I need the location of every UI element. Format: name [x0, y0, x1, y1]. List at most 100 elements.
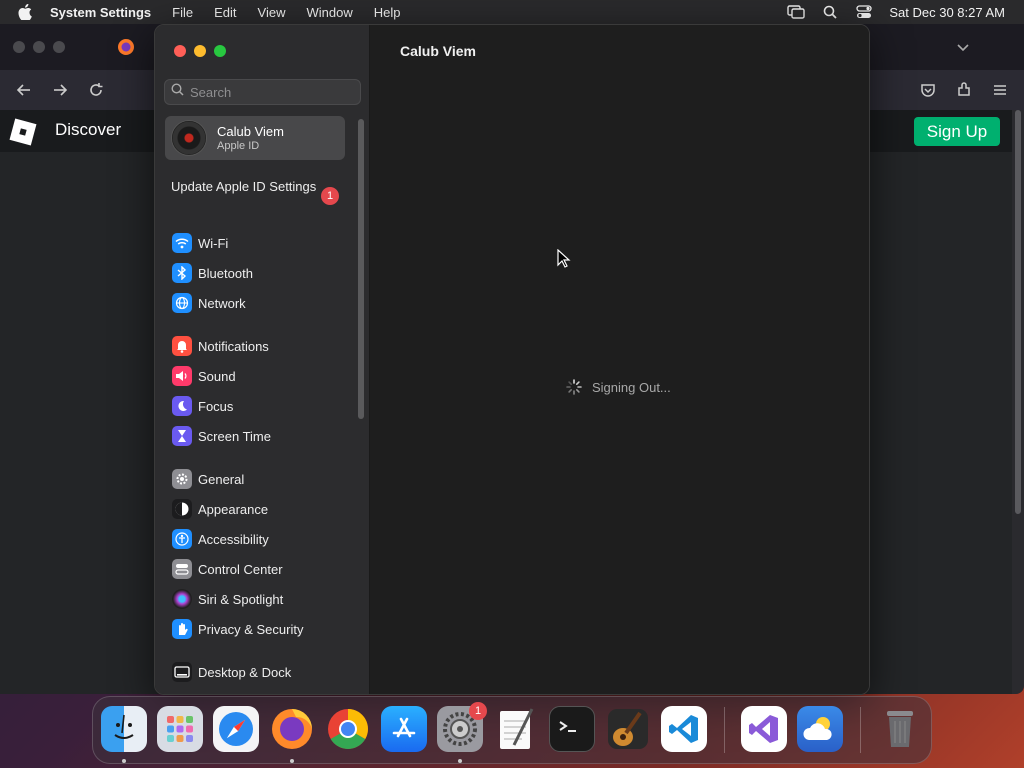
sidebar-item-screen-time[interactable]: Screen Time — [172, 425, 271, 447]
visual-studio-icon[interactable] — [741, 706, 787, 752]
pocket-icon[interactable] — [918, 80, 938, 100]
dock-separator — [724, 707, 725, 753]
sidebar-item-label: Desktop & Dock — [198, 664, 292, 680]
firefox-icon[interactable] — [269, 706, 315, 752]
control-center-menu-icon[interactable] — [855, 5, 873, 19]
dock-separator-2 — [860, 707, 861, 753]
sidebar-item-label: Bluetooth — [198, 265, 253, 281]
wifi-icon — [172, 233, 192, 253]
sidebar-item-label: Screen Time — [198, 428, 271, 444]
bluetooth-icon — [172, 263, 192, 283]
close-button[interactable] — [174, 45, 186, 57]
sidebar-item-label: Focus — [198, 398, 234, 414]
sidebar-item-focus[interactable]: Focus — [172, 395, 233, 417]
menu-window[interactable]: Window — [306, 5, 352, 20]
extensions-icon[interactable] — [954, 80, 974, 100]
update-badge: 1 — [321, 187, 339, 205]
apple-id-account[interactable]: Calub Viem Apple ID — [165, 116, 345, 160]
sidebar-item-privacy-security[interactable]: Privacy & Security — [172, 618, 303, 640]
gear-icon — [172, 469, 192, 489]
moon-icon — [172, 396, 192, 416]
sidebar-scrollbar[interactable] — [358, 119, 364, 419]
menu-view[interactable]: View — [258, 5, 286, 20]
account-subtitle: Apple ID — [217, 140, 260, 152]
browser-minimize-button[interactable] — [33, 41, 45, 53]
appearance-icon — [172, 499, 192, 519]
terminal-icon[interactable] — [549, 706, 595, 752]
sidebar-item-bluetooth[interactable]: Bluetooth — [172, 262, 253, 284]
zoom-button[interactable] — [214, 45, 226, 57]
sidebar-item-appearance[interactable]: Appearance — [172, 498, 268, 520]
trash-icon[interactable] — [877, 706, 923, 752]
firefox-running-dot — [290, 759, 294, 763]
browser-zoom-button[interactable] — [53, 41, 65, 53]
status-text: Signing Out... — [592, 379, 671, 395]
roblox-logo-icon[interactable] — [8, 117, 38, 147]
sidebar-item-notifications[interactable]: Notifications — [172, 335, 269, 357]
spinner-icon — [566, 379, 582, 395]
mouse-cursor-icon — [557, 248, 571, 269]
chrome-icon[interactable] — [325, 706, 371, 752]
sidebar-item-siri-spotlight[interactable]: Siri & Spotlight — [172, 588, 283, 610]
app-store-icon[interactable] — [381, 706, 427, 752]
sidebar-item-label: Control Center — [198, 561, 283, 577]
hamburger-menu-icon[interactable] — [990, 80, 1010, 100]
desktop-icon — [172, 662, 192, 682]
sidebar-item-label: Siri & Spotlight — [198, 591, 284, 607]
sidebar-item-desktop-dock[interactable]: Desktop & Dock — [172, 661, 291, 683]
garageband-icon[interactable] — [605, 706, 651, 752]
sign-up-button[interactable]: Sign Up — [914, 117, 1000, 146]
window-traffic-lights — [174, 45, 226, 57]
firefox-tab-icon[interactable] — [117, 38, 135, 56]
sidebar-item-label: Appearance — [198, 501, 269, 517]
forward-arrow-icon[interactable] — [50, 80, 70, 100]
tab-list-chevron-icon[interactable] — [954, 38, 972, 56]
vscode-icon[interactable] — [661, 706, 707, 752]
menu-app-name[interactable]: System Settings — [50, 5, 151, 20]
page-title: Calub Viem — [400, 43, 476, 59]
search-input[interactable] — [190, 84, 350, 100]
finder-running-dot — [122, 759, 126, 763]
finder-icon[interactable] — [101, 706, 147, 752]
bell-icon — [172, 336, 192, 356]
sidebar-item-label: Accessibility — [198, 531, 269, 547]
textedit-icon[interactable] — [493, 706, 539, 752]
settings-running-dot — [458, 759, 462, 763]
siri-icon — [172, 589, 192, 609]
sidebar-item-accessibility[interactable]: Accessibility — [172, 528, 269, 550]
sidebar-item-label: Wi-Fi — [198, 235, 229, 251]
sidebar-item-control-center[interactable]: Control Center — [172, 558, 283, 580]
menubar-clock[interactable]: Sat Dec 30 8:27 AM — [889, 5, 1005, 20]
sidebar-item-label: Sound — [198, 368, 236, 384]
dock: 1 — [92, 696, 932, 764]
back-arrow-icon[interactable] — [14, 80, 34, 100]
launchpad-icon[interactable] — [157, 706, 203, 752]
screen-mirroring-icon[interactable] — [787, 5, 806, 19]
browser-scrollbar[interactable] — [1015, 110, 1021, 514]
signing-out-status: Signing Out... — [565, 378, 671, 396]
browser-traffic-lights — [13, 41, 65, 53]
discover-link[interactable]: Discover — [55, 120, 121, 140]
settings-sidebar: Calub Viem Apple ID Update Apple ID Sett… — [155, 25, 370, 694]
sidebar-item-label: Network — [198, 295, 246, 311]
weather-icon[interactable] — [797, 706, 843, 752]
sidebar-item-wifi[interactable]: Wi-Fi — [172, 232, 228, 254]
globe-icon — [172, 293, 192, 313]
search-field[interactable] — [164, 79, 361, 105]
avatar — [171, 120, 207, 156]
apple-menu-icon[interactable] — [18, 4, 34, 20]
spotlight-search-icon[interactable] — [821, 5, 839, 19]
sidebar-item-general[interactable]: General — [172, 468, 244, 490]
sidebar-item-sound[interactable]: Sound — [172, 365, 236, 387]
account-name: Calub Viem — [217, 124, 284, 139]
menu-help[interactable]: Help — [374, 5, 401, 20]
menu-edit[interactable]: Edit — [214, 5, 236, 20]
menu-file[interactable]: File — [172, 5, 193, 20]
sidebar-item-label: General — [198, 471, 245, 487]
minimize-button[interactable] — [194, 45, 206, 57]
reload-icon[interactable] — [86, 80, 106, 100]
hourglass-icon — [172, 426, 192, 446]
sidebar-item-network[interactable]: Network — [172, 292, 246, 314]
browser-close-button[interactable] — [13, 41, 25, 53]
safari-icon[interactable] — [213, 706, 259, 752]
